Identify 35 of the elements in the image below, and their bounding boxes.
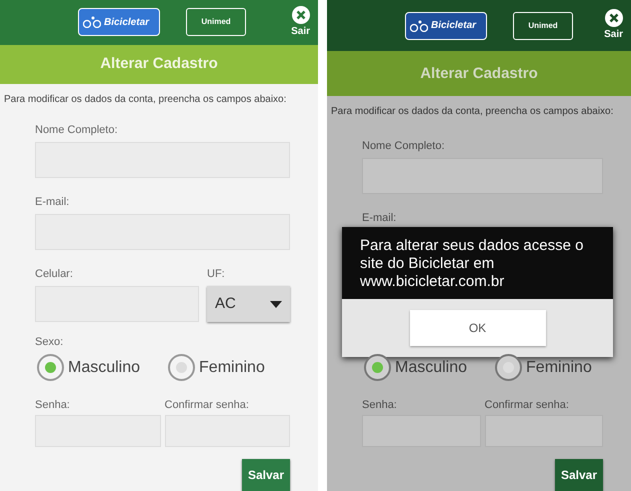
state-dropdown[interactable]: AC [207, 286, 290, 322]
partner-name: Unimed [201, 16, 231, 28]
field-label: Nome Completo: [35, 123, 119, 136]
radio-option[interactable]: Masculino [364, 354, 468, 381]
radio-option[interactable]: Feminino [168, 354, 265, 381]
field-label: Senha: [362, 398, 398, 411]
field-label: Senha: [35, 398, 71, 411]
save-button[interactable]: Salvar [242, 459, 290, 491]
dialog-message: Para alterar seus dados acesse o site do Bicicletar em www.bicicletar.com.br [360, 237, 584, 291]
partner-name: Unimed [528, 20, 558, 32]
ok-button[interactable]: OK [410, 310, 546, 346]
field-label: Nome Completo: [362, 139, 446, 152]
intro-text: Para modificar os dados da conta, preencha os campos abaixo: [330, 105, 614, 120]
exit-button[interactable]: Sair [291, 6, 310, 39]
field-label: Confirmar senha: [164, 398, 250, 411]
save-button[interactable]: Salvar [554, 459, 603, 491]
exit-button[interactable]: Sair [604, 9, 623, 42]
radio-option[interactable]: Masculino [37, 354, 140, 381]
field-label: UF: [207, 267, 226, 280]
field-label: Sexo: [35, 335, 64, 348]
page-title: Alterar Cadastro [420, 64, 538, 84]
field-label: E-mail: [362, 211, 398, 224]
brand-name: Bicicletar [104, 16, 150, 30]
field-label: Celular: [35, 267, 74, 280]
field-label: Confirmar senha: [484, 398, 570, 411]
radio-option[interactable]: Feminino [495, 354, 592, 381]
close-icon [604, 9, 623, 28]
bicycle-icon [410, 20, 428, 32]
page-title: Alterar Cadastro [100, 54, 218, 74]
field-label: E-mail: [35, 195, 70, 208]
close-icon [292, 6, 310, 24]
caret-icon [270, 300, 282, 308]
bicycle-icon [83, 16, 101, 28]
brand-name: Bicicletar [431, 19, 476, 34]
intro-text: Para modificar os dados da conta, preencha os campos abaixo: [3, 93, 288, 108]
